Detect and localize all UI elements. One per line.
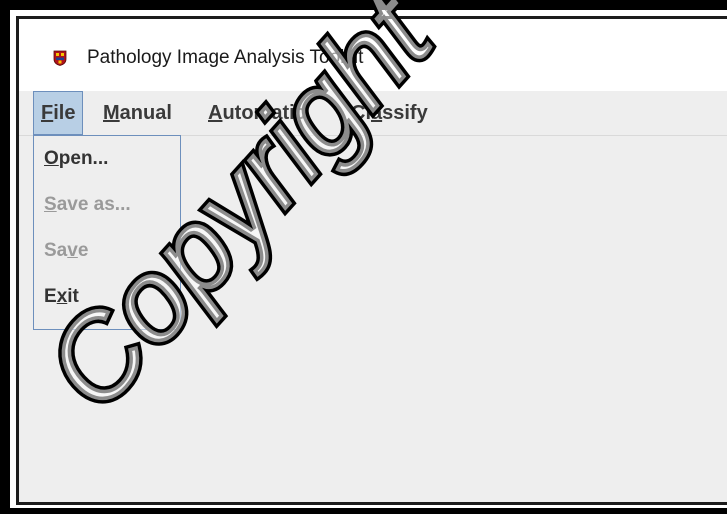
menu-item-save-post: e (77, 240, 89, 261)
app-logo-icon (53, 50, 67, 66)
menu-manual-post: anual (119, 102, 172, 124)
menu-item-open-mnemonic: O (44, 148, 59, 169)
menu-item-exit[interactable]: Exit (44, 286, 79, 308)
title-bar: Pathology Image Analysis Toolkit (19, 19, 727, 91)
menu-item-save-as-post: ave as... (56, 194, 131, 215)
menu-file-post: ile (53, 102, 76, 124)
menu-classify-post: ssify (382, 102, 428, 124)
menu-classify[interactable]: Classify (351, 91, 428, 135)
menu-item-exit-mnemonic: x (56, 286, 68, 307)
menu-item-exit-pre: E (44, 286, 57, 307)
menu-item-save-pre: Sa (44, 240, 68, 261)
menu-automatic-mnemonic: A (208, 102, 223, 124)
menu-manual-mnemonic: M (103, 102, 120, 124)
menu-item-save: Save (44, 240, 88, 262)
menu-bar: File Manual Automatic Classify (19, 91, 727, 136)
menu-automatic-post: utomatic (222, 102, 306, 124)
app-window: Pathology Image Analysis Toolkit File Ma… (16, 16, 727, 505)
menu-item-save-as-mnemonic: S (44, 194, 57, 215)
file-dropdown-menu: Open... Save as... Save Exit (33, 135, 181, 330)
menu-automatic[interactable]: Automatic (208, 91, 306, 135)
menu-item-save-as: Save as... (44, 194, 131, 216)
menu-item-open[interactable]: Open... (44, 148, 108, 170)
menu-file[interactable]: File (33, 91, 84, 135)
menu-item-open-post: pen... (58, 148, 109, 169)
menu-manual[interactable]: Manual (103, 91, 172, 135)
menu-file-mnemonic: F (41, 102, 54, 124)
window-title: Pathology Image Analysis Toolkit (87, 47, 364, 68)
menu-classify-pre: Cl (351, 102, 371, 124)
menu-classify-mnemonic: a (371, 102, 383, 124)
menu-item-save-mnemonic: v (67, 240, 78, 261)
menu-item-exit-post: it (67, 286, 79, 307)
